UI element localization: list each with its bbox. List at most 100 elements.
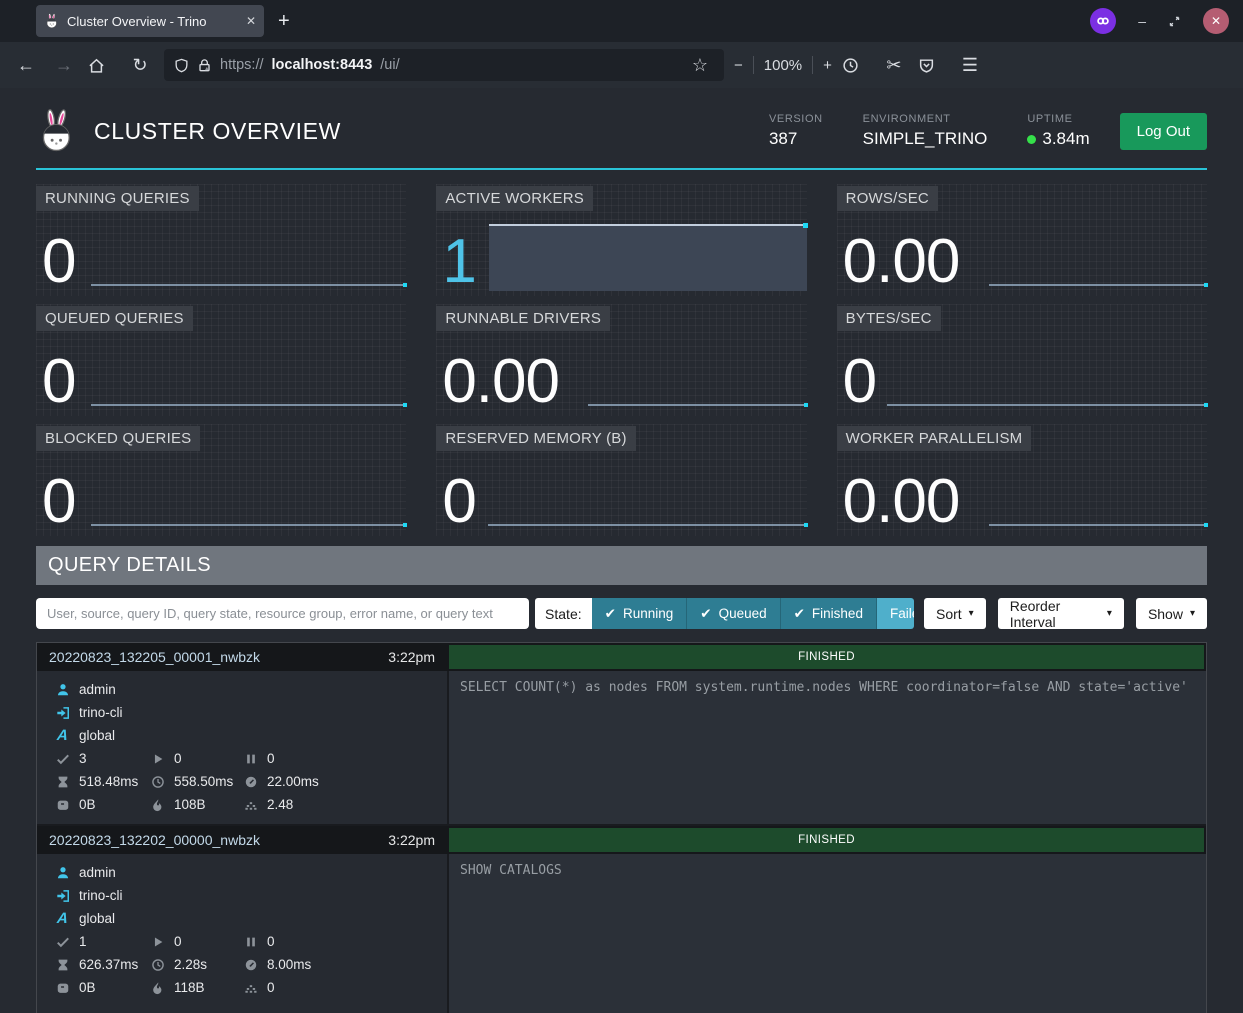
query-row: 20220823_132205_00001_nwbzk 3:22pm FINIS… xyxy=(37,643,1206,824)
query-user: admin xyxy=(79,682,116,697)
trino-favicon xyxy=(44,13,60,29)
stat-card-worker-parallelism: WORKER PARALLELISM 0.00 xyxy=(837,424,1207,536)
tab-close-icon[interactable]: ✕ xyxy=(246,14,256,28)
trino-bunny-logo xyxy=(36,108,78,154)
lock-warning-icon[interactable] xyxy=(197,58,212,73)
state-queued-button[interactable]: ✔Queued xyxy=(687,598,780,629)
window-controls: – ✕ xyxy=(1090,8,1229,34)
cumulative-memory: 2.48 xyxy=(267,797,293,812)
sparkline-chart xyxy=(588,404,806,406)
trino-page: CLUSTER OVERVIEW VERSION 387 ENVIRONMENT… xyxy=(0,88,1243,1013)
browser-tab[interactable]: Cluster Overview - Trino ✕ xyxy=(36,5,264,37)
sparkline-chart xyxy=(989,284,1207,286)
zoom-in-icon[interactable]: + xyxy=(823,57,832,74)
stat-label: WORKER PARALLELISM xyxy=(837,426,1032,451)
stat-value: 0 xyxy=(42,233,75,292)
zoom-out-icon[interactable]: − xyxy=(734,57,743,74)
cpu-time: 22.00ms xyxy=(267,774,319,789)
sort-dropdown[interactable]: Sort▾ xyxy=(924,598,986,629)
url-bar[interactable]: https://localhost:8443/ui/ ☆ xyxy=(164,49,724,81)
close-button[interactable]: ✕ xyxy=(1203,8,1229,34)
stat-value: 0.00 xyxy=(442,353,559,412)
running-splits: 0 xyxy=(174,751,182,766)
cluster-meta: VERSION 387 ENVIRONMENT SIMPLE_TRINO UPT… xyxy=(769,113,1090,149)
stat-label: BYTES/SEC xyxy=(837,306,941,331)
state-finished-button[interactable]: ✔Finished xyxy=(781,598,877,629)
environment-block: ENVIRONMENT SIMPLE_TRINO xyxy=(863,113,988,149)
reorder-interval-dropdown[interactable]: Reorder Interval▾ xyxy=(998,598,1124,629)
queued-splits: 0 xyxy=(267,934,275,949)
history-clock-icon[interactable] xyxy=(842,57,870,74)
show-dropdown[interactable]: Show▾ xyxy=(1136,598,1207,629)
stat-label: BLOCKED QUERIES xyxy=(36,426,200,451)
stat-value: 0.00 xyxy=(843,233,960,292)
state-filter-group: State: ✔Running ✔Queued ✔Finished Failed… xyxy=(535,598,914,629)
log-in-icon xyxy=(55,889,70,903)
stat-card-bytes-sec: BYTES/SEC 0 xyxy=(837,304,1207,416)
environment-value: SIMPLE_TRINO xyxy=(863,129,988,149)
query-id-link[interactable]: 20220823_132205_00001_nwbzk xyxy=(49,649,260,665)
sparkline-chart xyxy=(91,284,406,286)
stat-value: 0.00 xyxy=(843,473,960,532)
resource-group-icon: A xyxy=(54,727,71,744)
gauge-icon xyxy=(243,775,258,789)
query-source: trino-cli xyxy=(79,705,123,720)
hourglass-icon xyxy=(55,958,70,972)
stat-value: 0 xyxy=(42,353,75,412)
stat-label: RESERVED MEMORY (B) xyxy=(436,426,635,451)
stat-card-reserved-memory: RESERVED MEMORY (B) 0 xyxy=(436,424,806,536)
query-id-link[interactable]: 20220823_132202_00000_nwbzk xyxy=(49,832,260,848)
bookmark-star-icon[interactable]: ☆ xyxy=(686,55,714,76)
gauge-icon xyxy=(243,958,258,972)
menu-hamburger-icon[interactable]: ☰ xyxy=(956,55,984,76)
chevron-down-icon: ▾ xyxy=(1107,608,1112,619)
current-memory: 0B xyxy=(79,797,96,812)
user-icon xyxy=(55,683,70,697)
elapsed-time: 2.28s xyxy=(174,957,207,972)
cumulative-memory: 0 xyxy=(267,980,275,995)
url-scheme: https:// xyxy=(220,57,264,73)
sparkline-chart xyxy=(488,524,806,526)
resource-group-icon: A xyxy=(54,910,71,927)
shield-icon[interactable] xyxy=(174,58,189,73)
query-filter-bar: State: ✔Running ✔Queued ✔Finished Failed… xyxy=(36,598,1207,629)
url-path: /ui/ xyxy=(380,57,399,73)
stat-value: 0 xyxy=(42,473,75,532)
check-icon: ✔ xyxy=(700,606,711,622)
minimize-button[interactable]: – xyxy=(1138,13,1146,29)
stat-label: ACTIVE WORKERS xyxy=(436,186,593,211)
query-row: 20220823_132202_00000_nwbzk 3:22pm FINIS… xyxy=(37,824,1206,1013)
stat-label: QUEUED QUERIES xyxy=(36,306,193,331)
state-failed-dropdown[interactable]: Failed▾ xyxy=(877,598,914,629)
state-running-button[interactable]: ✔Running xyxy=(592,598,688,629)
check-icon xyxy=(55,752,70,766)
forward-icon[interactable]: → xyxy=(50,55,78,76)
reload-icon[interactable]: ↻ xyxy=(126,55,154,76)
query-search-input[interactable] xyxy=(36,598,529,629)
uptime-value: 3.84m xyxy=(1042,129,1089,149)
restore-button[interactable] xyxy=(1168,15,1181,28)
cumulative-bars-icon xyxy=(243,981,258,995)
uptime-label: UPTIME xyxy=(1027,113,1089,125)
version-value: 387 xyxy=(769,129,823,149)
queued-time: 626.37ms xyxy=(79,957,138,972)
new-tab-button[interactable]: + xyxy=(278,10,290,33)
home-icon[interactable] xyxy=(88,57,116,74)
pocket-shield-icon[interactable] xyxy=(918,57,946,74)
play-icon xyxy=(150,752,165,766)
flame-icon xyxy=(150,798,165,812)
area-chart xyxy=(489,224,806,291)
state-filter-label: State: xyxy=(535,598,592,629)
sparkline-chart xyxy=(91,524,406,526)
page-title: CLUSTER OVERVIEW xyxy=(94,118,341,145)
log-in-icon xyxy=(55,706,70,720)
version-label: VERSION xyxy=(769,113,823,125)
back-icon[interactable]: ← xyxy=(12,55,40,76)
stat-value: 0 xyxy=(843,353,876,412)
browser-toolbar: ← → ↻ https://localhost:8443/ui/ ☆ − 100… xyxy=(0,42,1243,88)
screenshot-scissors-icon[interactable]: ✂ xyxy=(880,55,908,76)
app-header: CLUSTER OVERVIEW VERSION 387 ENVIRONMENT… xyxy=(36,88,1207,170)
logout-button[interactable]: Log Out xyxy=(1120,113,1207,150)
running-splits: 0 xyxy=(174,934,182,949)
zoom-level[interactable]: 100% xyxy=(764,57,802,74)
